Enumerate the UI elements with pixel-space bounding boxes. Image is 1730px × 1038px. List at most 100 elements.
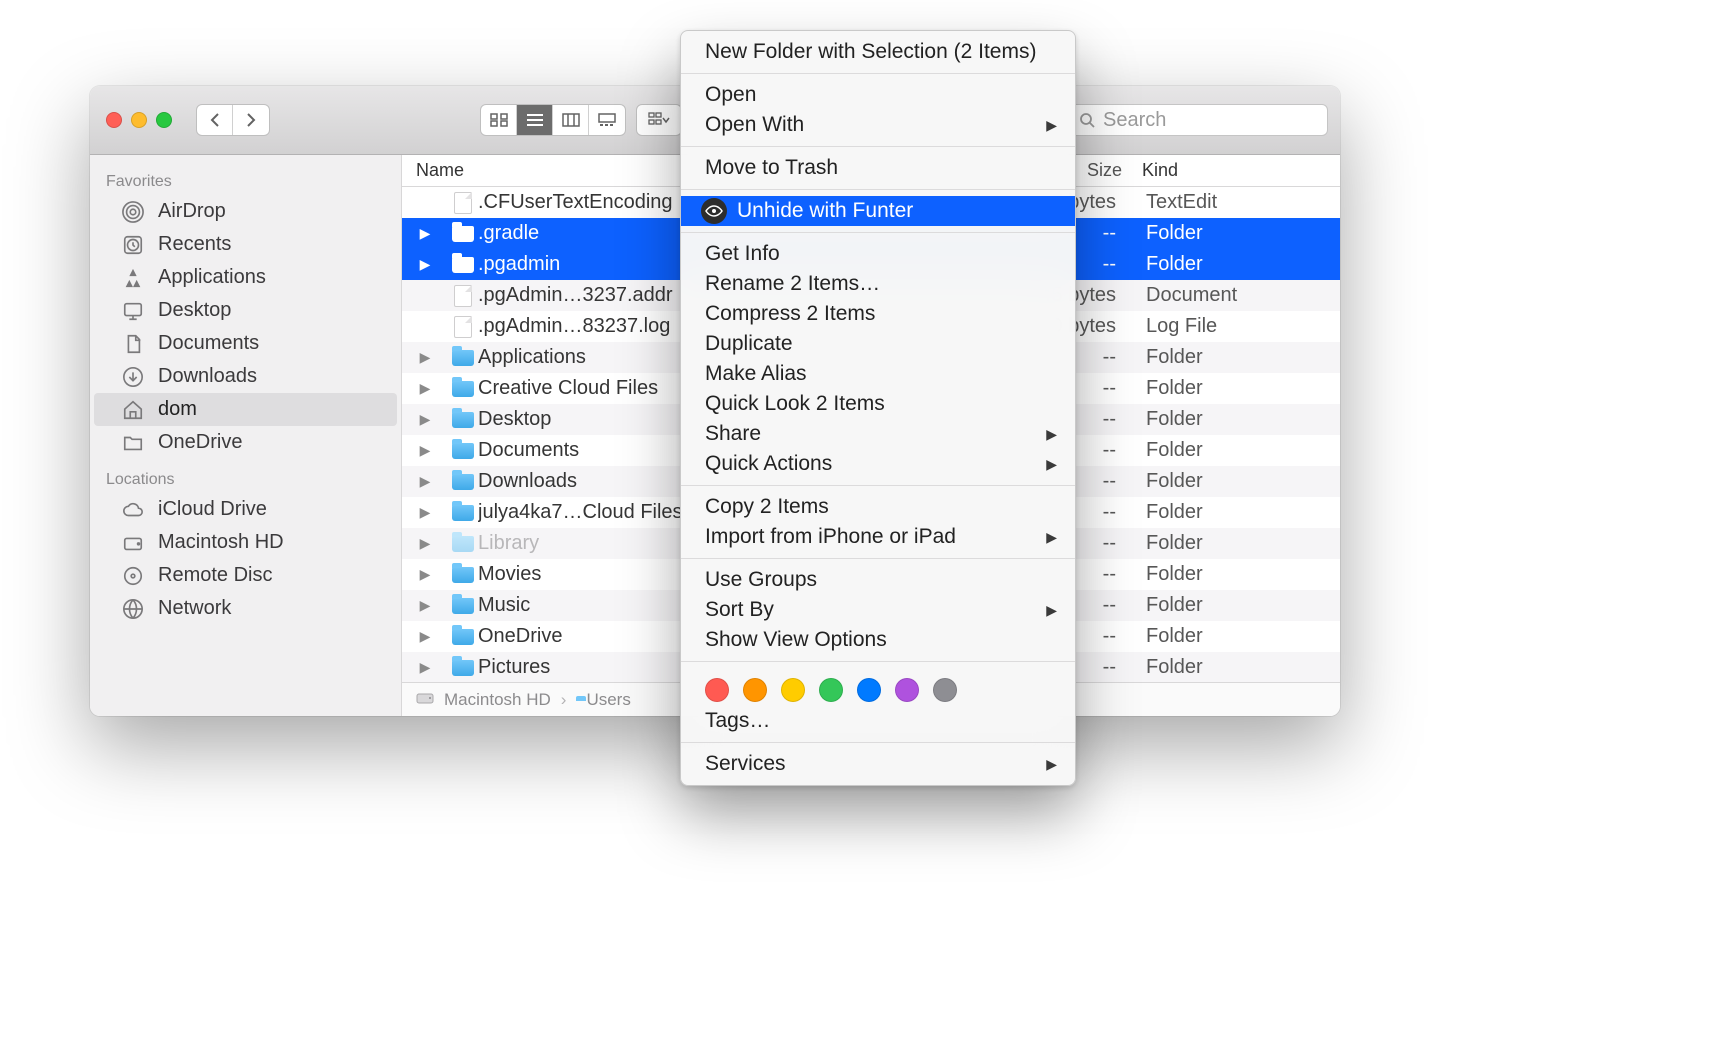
menu-quick-look[interactable]: Quick Look 2 Items — [681, 389, 1075, 419]
forward-button[interactable] — [233, 105, 269, 135]
menu-duplicate[interactable]: Duplicate — [681, 329, 1075, 359]
view-gallery-button[interactable] — [589, 105, 625, 135]
menu-compress[interactable]: Compress 2 Items — [681, 299, 1075, 329]
close-window-button[interactable] — [106, 112, 122, 128]
folder-icon — [452, 381, 474, 397]
file-icon — [454, 192, 472, 214]
tag-color-swatch[interactable] — [857, 678, 881, 702]
group-by-dropdown[interactable] — [636, 104, 682, 136]
sidebar-item-icloud-drive[interactable]: iCloud Drive — [94, 493, 397, 526]
menu-move-to-trash[interactable]: Move to Trash — [681, 153, 1075, 183]
menu-sort-by[interactable]: Sort By — [681, 595, 1075, 625]
folder-icon — [452, 629, 474, 645]
disclosure-triangle-icon[interactable]: ▶ — [402, 349, 448, 366]
desktop-icon — [120, 300, 146, 322]
menu-get-info[interactable]: Get Info — [681, 239, 1075, 269]
sidebar-item-label: dom — [158, 398, 197, 421]
sidebar-item-network[interactable]: Network — [94, 592, 397, 625]
menu-make-alias[interactable]: Make Alias — [681, 359, 1075, 389]
menu-quick-actions[interactable]: Quick Actions — [681, 449, 1075, 479]
view-icons-button[interactable] — [481, 105, 517, 135]
sidebar-item-dom[interactable]: dom — [94, 393, 397, 426]
sidebar-item-airdrop[interactable]: AirDrop — [94, 195, 397, 228]
disclosure-triangle-icon[interactable]: ▶ — [402, 535, 448, 552]
menu-services[interactable]: Services — [681, 749, 1075, 779]
folder-icon — [452, 350, 474, 366]
file-kind: Folder — [1132, 377, 1340, 400]
sidebar-item-macintosh-hd[interactable]: Macintosh HD — [94, 526, 397, 559]
menu-open[interactable]: Open — [681, 80, 1075, 110]
folder-sidebar-icon — [120, 432, 146, 454]
disclosure-triangle-icon[interactable]: ▶ — [402, 566, 448, 583]
tag-color-swatch[interactable] — [705, 678, 729, 702]
tag-color-swatch[interactable] — [933, 678, 957, 702]
sidebar-item-label: Remote Disc — [158, 564, 272, 587]
file-icon — [454, 285, 472, 307]
menu-use-groups[interactable]: Use Groups — [681, 565, 1075, 595]
disclosure-triangle-icon[interactable]: ▶ — [402, 442, 448, 459]
disclosure-triangle-icon[interactable]: ▶ — [402, 411, 448, 428]
sidebar-item-documents[interactable]: Documents — [94, 327, 397, 360]
file-kind: Document — [1132, 284, 1340, 307]
search-icon — [1079, 112, 1095, 128]
disclosure-triangle-icon[interactable]: ▶ — [402, 225, 448, 242]
disk-icon — [416, 689, 434, 710]
menu-import-iphone[interactable]: Import from iPhone or iPad — [681, 522, 1075, 552]
menu-tags[interactable]: Tags… — [681, 706, 1075, 736]
disclosure-triangle-icon[interactable]: ▶ — [402, 628, 448, 645]
menu-show-view-options[interactable]: Show View Options — [681, 625, 1075, 655]
disclosure-triangle-icon[interactable]: ▶ — [402, 659, 448, 676]
tag-color-swatch[interactable] — [819, 678, 843, 702]
disclosure-triangle-icon[interactable]: ▶ — [402, 256, 448, 273]
remote-disc-icon — [120, 565, 146, 587]
menu-share[interactable]: Share — [681, 419, 1075, 449]
disclosure-triangle-icon[interactable]: ▶ — [402, 597, 448, 614]
disclosure-triangle-icon[interactable]: ▶ — [402, 473, 448, 490]
file-kind: TextEdit — [1132, 191, 1340, 214]
path-seg-hd[interactable]: Macintosh HD — [444, 690, 551, 710]
folder-icon — [452, 567, 474, 583]
file-kind: Folder — [1132, 563, 1340, 586]
tag-color-swatch[interactable] — [743, 678, 767, 702]
sidebar-item-onedrive[interactable]: OneDrive — [94, 426, 397, 459]
sidebar-item-label: Recents — [158, 233, 231, 256]
back-button[interactable] — [197, 105, 233, 135]
tag-color-swatch[interactable] — [781, 678, 805, 702]
file-kind: Folder — [1132, 408, 1340, 431]
menu-rename[interactable]: Rename 2 Items… — [681, 269, 1075, 299]
zoom-window-button[interactable] — [156, 112, 172, 128]
eye-icon — [701, 198, 727, 224]
downloads-icon — [120, 366, 146, 388]
sidebar-locations-header: Locations — [90, 459, 401, 493]
file-kind: Folder — [1132, 346, 1340, 369]
tag-color-swatch[interactable] — [895, 678, 919, 702]
folder-icon — [452, 412, 474, 428]
view-columns-button[interactable] — [553, 105, 589, 135]
menu-new-folder-with-selection[interactable]: New Folder with Selection (2 Items) — [681, 37, 1075, 67]
disclosure-triangle-icon[interactable]: ▶ — [402, 380, 448, 397]
sidebar-item-label: OneDrive — [158, 431, 242, 454]
file-kind: Folder — [1132, 625, 1340, 648]
file-kind: Folder — [1132, 501, 1340, 524]
menu-copy[interactable]: Copy 2 Items — [681, 492, 1075, 522]
sidebar-item-downloads[interactable]: Downloads — [94, 360, 397, 393]
network-icon — [120, 598, 146, 620]
minimize-window-button[interactable] — [131, 112, 147, 128]
path-seg-users[interactable]: Users — [586, 690, 630, 710]
column-kind[interactable]: Kind — [1132, 160, 1340, 181]
sidebar-item-desktop[interactable]: Desktop — [94, 294, 397, 327]
sidebar-item-label: Desktop — [158, 299, 231, 322]
disclosure-triangle-icon[interactable]: ▶ — [402, 504, 448, 521]
cloud-icon — [120, 499, 146, 521]
search-placeholder: Search — [1103, 109, 1166, 132]
sidebar-item-applications[interactable]: Applications — [94, 261, 397, 294]
view-list-button[interactable] — [517, 105, 553, 135]
sidebar-item-recents[interactable]: Recents — [94, 228, 397, 261]
airdrop-icon — [120, 201, 146, 223]
sidebar-item-remote-disc[interactable]: Remote Disc — [94, 559, 397, 592]
menu-open-with[interactable]: Open With — [681, 110, 1075, 140]
menu-unhide-with-funter[interactable]: Unhide with Funter — [681, 196, 1075, 226]
search-field[interactable]: Search — [1068, 104, 1328, 136]
nav-back-forward — [196, 104, 270, 136]
sidebar-item-label: Macintosh HD — [158, 531, 284, 554]
